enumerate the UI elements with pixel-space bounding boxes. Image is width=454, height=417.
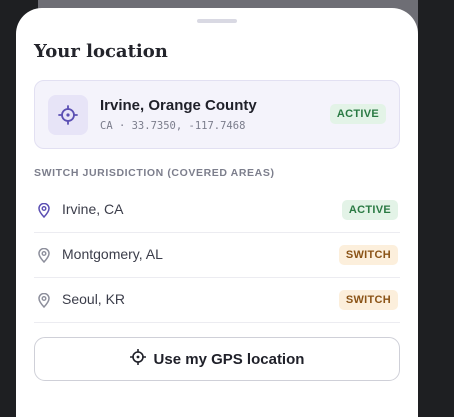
- crosshair-icon: [48, 95, 88, 135]
- section-label: SWITCH JURISDICTION (COVERED AREAS): [34, 167, 275, 179]
- crosshair-icon: [129, 348, 146, 369]
- map-pin-icon: [38, 292, 50, 312]
- sheet-grabber-handle[interactable]: [197, 19, 237, 23]
- map-pin-icon: [38, 247, 50, 267]
- jurisdiction-row-irvine[interactable]: Irvine, CA ACTIVE: [34, 188, 400, 233]
- jurisdiction-row-seoul[interactable]: Seoul, KR SWITCH: [34, 278, 400, 323]
- jurisdiction-label: Montgomery, AL: [62, 246, 163, 262]
- jurisdiction-label: Seoul, KR: [62, 291, 126, 307]
- jurisdiction-label: Irvine, CA: [62, 201, 124, 217]
- sheet-title: Your location: [34, 41, 168, 62]
- switch-button[interactable]: SWITCH: [338, 245, 398, 265]
- map-pin-icon: [38, 202, 50, 222]
- use-gps-location-button[interactable]: Use my GPS location: [34, 337, 400, 381]
- current-location-card: Irvine, Orange County CA · 33.7350, -117…: [34, 80, 400, 149]
- location-bottom-sheet: Your location Irvine, Orange County CA ·…: [16, 8, 418, 417]
- current-location-coords: CA · 33.7350, -117.7468: [100, 120, 246, 132]
- status-badge: ACTIVE: [341, 200, 398, 220]
- status-badge: ACTIVE: [329, 104, 386, 124]
- jurisdiction-row-montgomery[interactable]: Montgomery, AL SWITCH: [34, 233, 400, 278]
- current-location-name: Irvine, Orange County: [100, 97, 257, 114]
- gps-button-label: Use my GPS location: [153, 350, 305, 368]
- switch-button[interactable]: SWITCH: [338, 290, 398, 310]
